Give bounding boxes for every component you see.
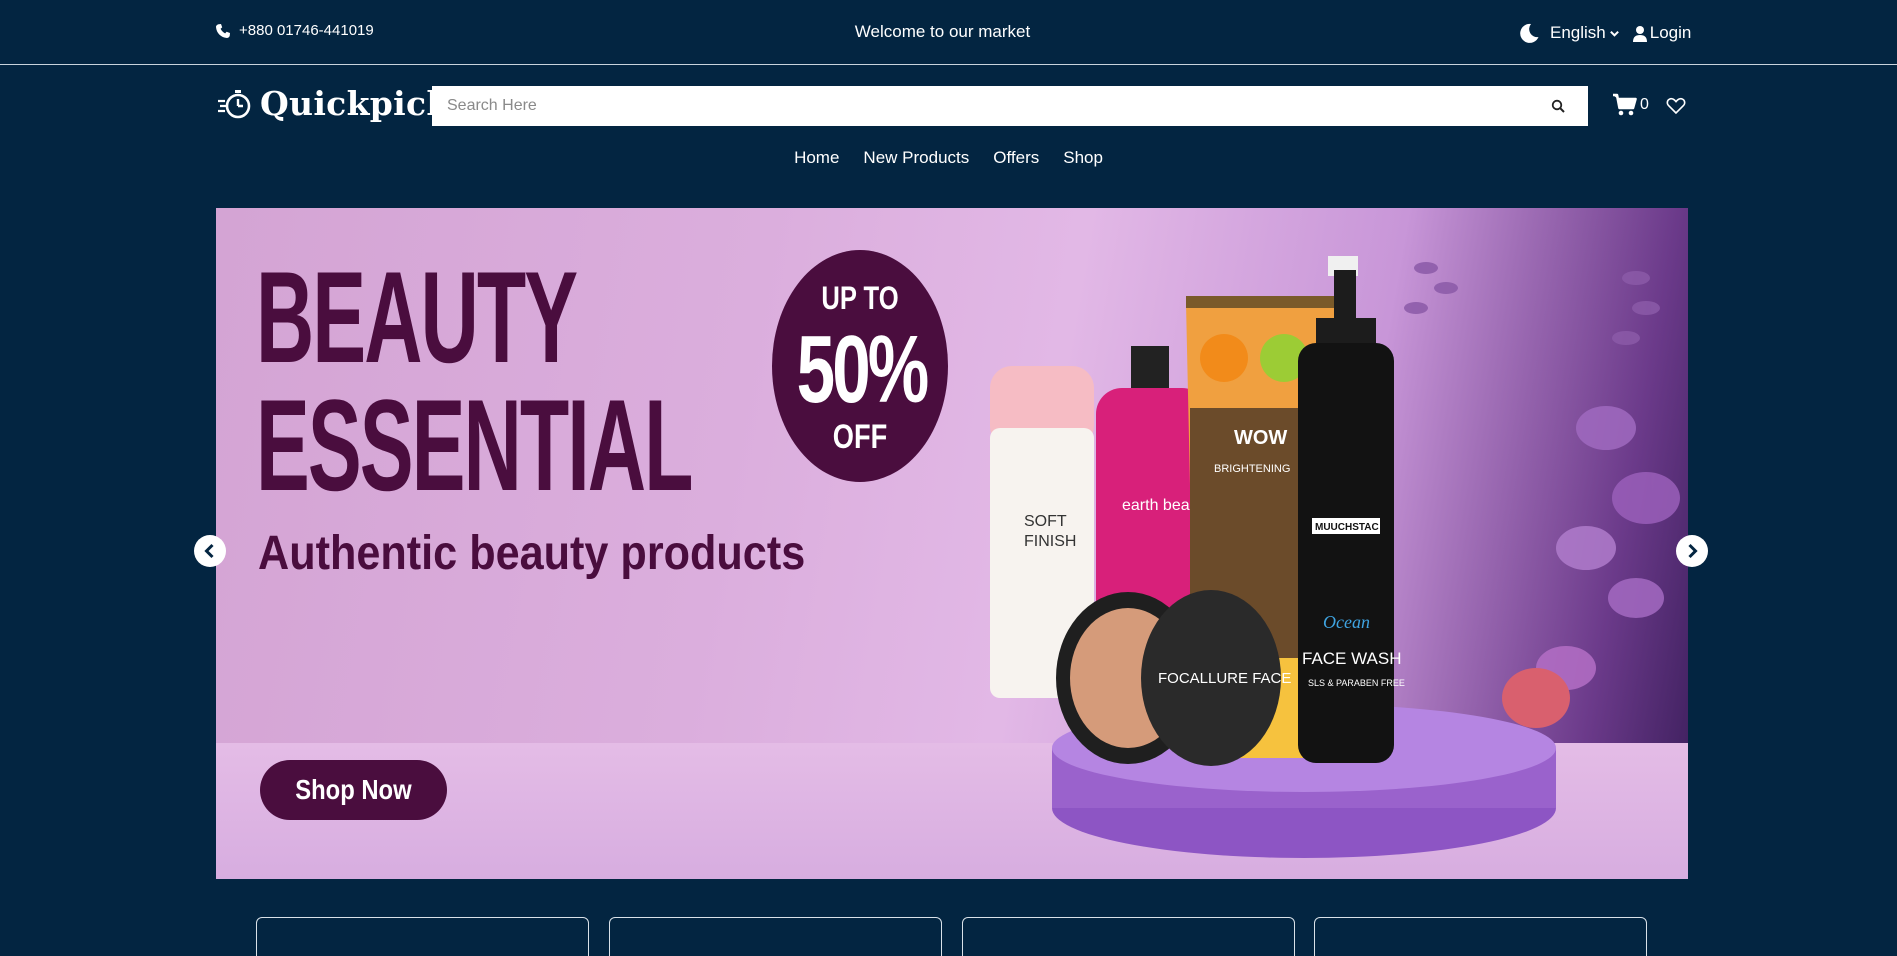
nav-new-products[interactable]: New Products [863, 148, 969, 168]
pump-note: SLS & PARABEN FREE [1308, 678, 1405, 688]
discount-badge: UP TO 50% OFF [772, 250, 948, 482]
bottle-label-1: SOFT [1024, 513, 1067, 530]
tube-line: BRIGHTENING [1214, 463, 1290, 475]
stopwatch-icon [218, 89, 251, 118]
pump-sub: Ocean [1323, 612, 1370, 632]
carousel-prev-button[interactable] [194, 535, 226, 567]
nav-shop[interactable]: Shop [1063, 148, 1103, 168]
badge-percent: 50% [796, 316, 930, 423]
headline-line-1: BEAUTY [256, 244, 578, 390]
brand-name: Quickpick [260, 84, 450, 123]
red-flower [1502, 668, 1570, 728]
main-nav: Home New Products Offers Shop [0, 148, 1897, 168]
language-selector[interactable]: English [1550, 23, 1620, 43]
compact-label: FOCALLURE FACE [1158, 670, 1291, 687]
badge-line-3: OFF [832, 418, 888, 456]
search-input[interactable] [432, 86, 1528, 126]
lavender-decoration [1404, 262, 1680, 690]
cart-icon [1613, 93, 1637, 116]
hero-banner: BEAUTY ESSENTIAL Authentic beauty produc… [216, 208, 1688, 879]
cart-count: 0 [1640, 96, 1649, 113]
product-illustration: SOFT FINISH earth beauty & you WOW BRIGH… [990, 256, 1680, 858]
heart-icon[interactable] [1666, 96, 1686, 116]
chevron-left-icon [204, 543, 214, 559]
category-card[interactable] [962, 917, 1295, 956]
shop-now-label: Shop Now [295, 774, 412, 805]
banner-subtitle: Authentic beauty products [258, 527, 806, 580]
bottle-label-2: FINISH [1024, 533, 1076, 550]
category-card[interactable] [1314, 917, 1647, 956]
nav-home[interactable]: Home [794, 148, 839, 168]
nav-offers[interactable]: Offers [993, 148, 1039, 168]
cart-button[interactable]: 0 [1612, 93, 1649, 117]
top-right-controls: English Login [1518, 22, 1691, 44]
search-bar [432, 86, 1588, 126]
login-label: Login [1649, 23, 1692, 42]
login-link[interactable]: Login [1632, 23, 1692, 43]
user-icon [1632, 25, 1647, 42]
language-label: English [1550, 23, 1606, 42]
category-card[interactable] [256, 917, 589, 956]
chevron-right-icon [1688, 543, 1698, 559]
tube-brand: WOW [1234, 427, 1287, 449]
top-bar: +880 01746-441019 Welcome to our market … [0, 0, 1897, 65]
brand-logo[interactable]: Quickpick [218, 84, 450, 123]
pump-brand: MUUCHSTAC [1315, 522, 1379, 533]
banner-headline: BEAUTY ESSENTIAL [256, 244, 693, 518]
moon-icon[interactable] [1518, 22, 1540, 44]
chevron-down-icon [1609, 30, 1619, 37]
pump-name: FACE WASH [1302, 649, 1402, 668]
compact-powder: FOCALLURE FACE [1056, 590, 1291, 766]
search-button[interactable] [1528, 86, 1588, 126]
search-icon [1551, 99, 1565, 113]
carousel-next-button[interactable] [1676, 535, 1708, 567]
headline-line-2: ESSENTIAL [256, 372, 693, 518]
badge-line-1: UP TO [821, 280, 899, 316]
category-card[interactable] [609, 917, 942, 956]
shop-now-button[interactable]: Shop Now [260, 760, 447, 820]
